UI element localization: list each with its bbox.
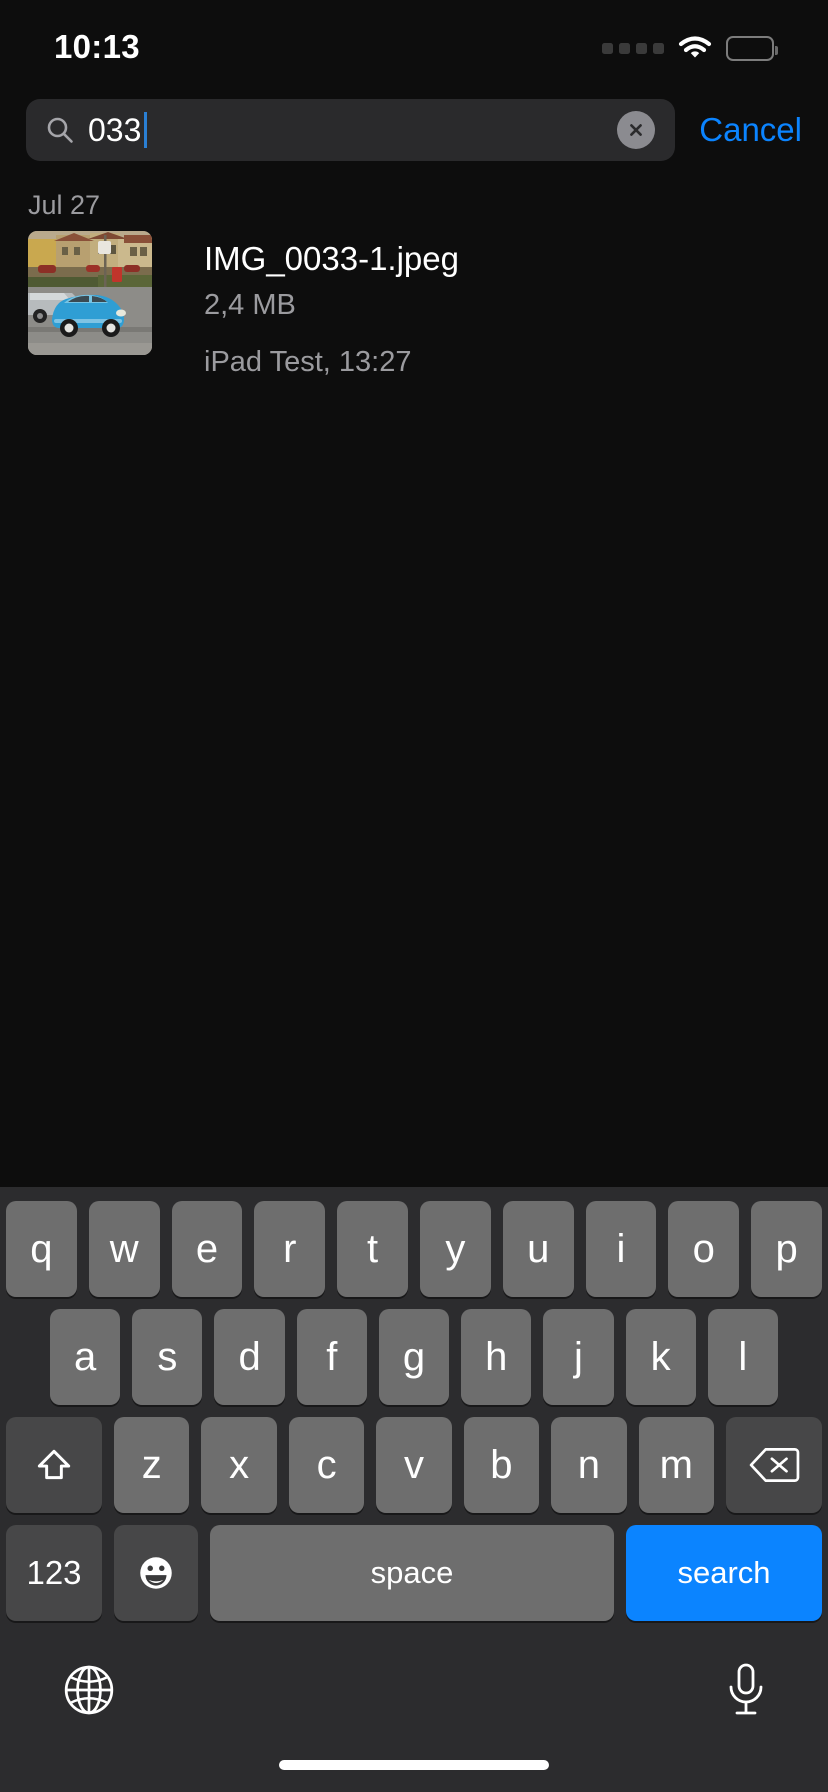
- search-return-key[interactable]: search: [626, 1525, 822, 1621]
- emoji-smiley-icon[interactable]: [114, 1525, 198, 1621]
- search-bar: 033 Cancel: [0, 99, 828, 161]
- key-u[interactable]: u: [502, 1201, 574, 1297]
- key-o[interactable]: o: [668, 1201, 740, 1297]
- key-y[interactable]: y: [420, 1201, 491, 1297]
- key-r[interactable]: r: [254, 1201, 326, 1297]
- on-screen-keyboard: q w e r t y u i o p a s d f g h j k l z …: [0, 1187, 828, 1792]
- key-v[interactable]: v: [376, 1417, 452, 1513]
- search-input-value: 033: [88, 112, 142, 148]
- key-s[interactable]: s: [132, 1309, 203, 1405]
- list-item-details: IMG_0033-1.jpeg 2,4 MB iPad Test, 13:27: [204, 231, 459, 379]
- microphone-icon[interactable]: [726, 1663, 766, 1722]
- key-t[interactable]: t: [337, 1201, 408, 1297]
- key-a[interactable]: a: [50, 1309, 121, 1405]
- key-n[interactable]: n: [551, 1417, 627, 1513]
- key-g[interactable]: g: [378, 1309, 450, 1405]
- key-e[interactable]: e: [171, 1201, 243, 1297]
- key-b[interactable]: b: [463, 1417, 540, 1513]
- backspace-icon[interactable]: [725, 1417, 822, 1513]
- keyboard-row-3: z x c v b n m: [0, 1405, 828, 1513]
- keyboard-row-2: a s d f g h j k l: [0, 1297, 828, 1405]
- file-size: 2,4 MB: [204, 288, 296, 321]
- file-location: iPad Test, 13:27: [204, 345, 412, 378]
- battery-full-icon: [726, 35, 778, 61]
- file-name: IMG_0033-1.jpeg: [204, 240, 459, 277]
- clear-circle-icon[interactable]: [617, 111, 656, 149]
- numbers-key[interactable]: 123: [6, 1525, 102, 1621]
- status-indicators: [602, 35, 778, 61]
- home-indicator[interactable]: [279, 1760, 549, 1770]
- key-c[interactable]: c: [288, 1417, 365, 1513]
- key-x[interactable]: x: [201, 1417, 277, 1513]
- key-q[interactable]: q: [6, 1201, 77, 1297]
- keyboard-row-1: q w e r t y u i o p: [0, 1187, 828, 1297]
- key-i[interactable]: i: [585, 1201, 657, 1297]
- key-p[interactable]: p: [751, 1201, 822, 1297]
- search-results-list: Jul 27 IMG_0033-1.jpeg 2,4 MB iPad Test,…: [0, 186, 828, 379]
- phone-screen: 10:13 033 Cancel Jul 27 IMG_0033-1.jpeg …: [0, 0, 828, 1792]
- results-date-header: Jul 27: [28, 190, 101, 220]
- text-caret: [144, 112, 148, 148]
- list-item[interactable]: IMG_0033-1.jpeg 2,4 MB iPad Test, 13:27: [0, 231, 828, 379]
- key-j[interactable]: j: [543, 1309, 614, 1405]
- space-key[interactable]: space: [210, 1525, 614, 1621]
- shift-arrow-icon[interactable]: [6, 1417, 103, 1513]
- globe-icon[interactable]: [62, 1663, 116, 1722]
- wifi-icon: [678, 35, 712, 61]
- key-d[interactable]: d: [214, 1309, 285, 1405]
- key-h[interactable]: h: [461, 1309, 532, 1405]
- key-z[interactable]: z: [114, 1417, 190, 1513]
- search-input[interactable]: 033: [26, 99, 676, 161]
- key-k[interactable]: k: [625, 1309, 696, 1405]
- key-m[interactable]: m: [638, 1417, 714, 1513]
- key-l[interactable]: l: [707, 1309, 778, 1405]
- keyboard-row-4: 123 space search: [0, 1513, 828, 1621]
- search-icon: [46, 116, 74, 144]
- cancel-button[interactable]: Cancel: [699, 111, 802, 149]
- photo-thumbnail-blue-car[interactable]: [28, 231, 152, 355]
- key-f[interactable]: f: [296, 1309, 367, 1405]
- status-bar: 10:13: [0, 0, 828, 86]
- signal-dots-icon: [602, 42, 664, 54]
- status-time: 10:13: [54, 28, 140, 65]
- key-w[interactable]: w: [88, 1201, 160, 1297]
